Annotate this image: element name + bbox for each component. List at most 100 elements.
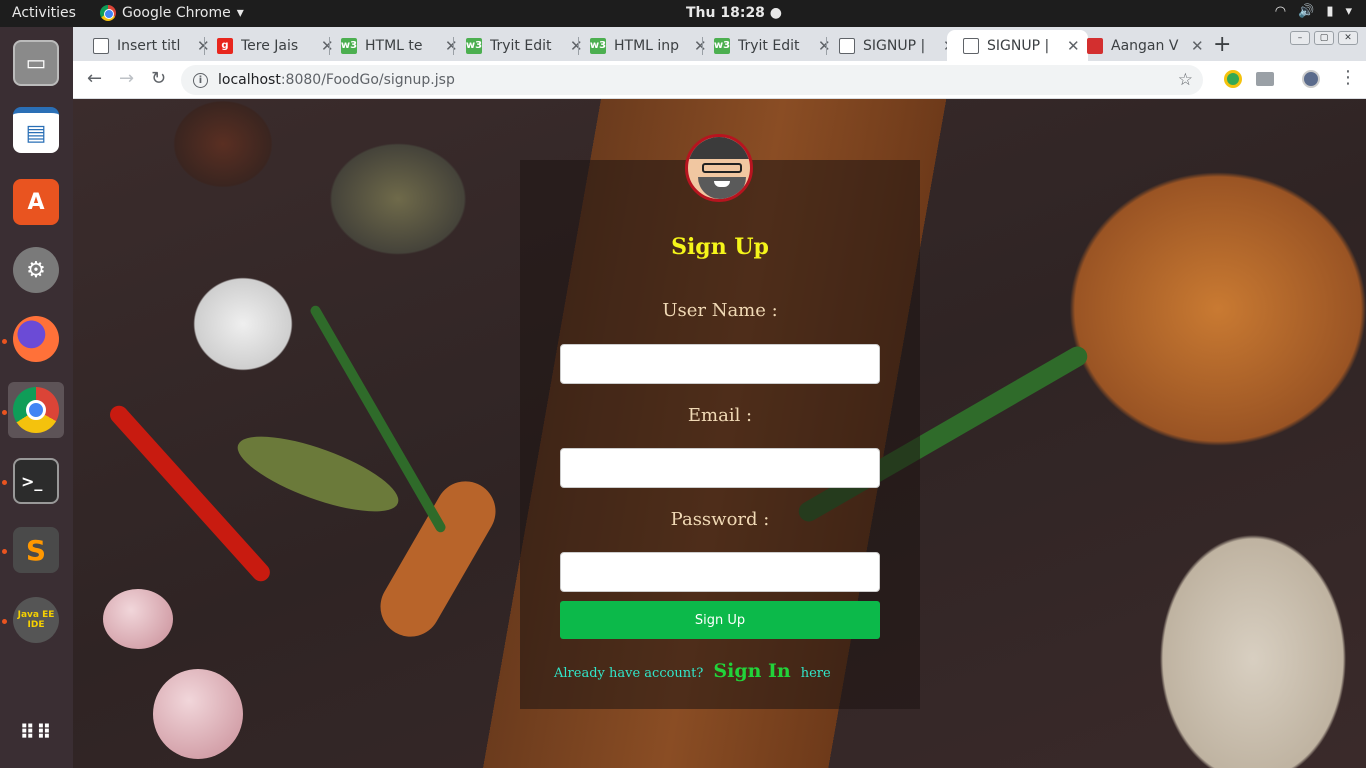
tab-tryit-editor-1[interactable]: w3 Tryit Edit ✕	[450, 30, 591, 61]
window-controls: – ▢ ✕	[1290, 31, 1358, 45]
clock[interactable]: Thu 18:28 ●	[686, 5, 782, 21]
dock-system-settings[interactable]: ⚙	[8, 242, 64, 298]
forward-button[interactable]: →	[119, 68, 134, 89]
address-bar[interactable]: i localhost:8080/FoodGo/signup.jsp ☆	[181, 65, 1203, 95]
tab-aangan[interactable]: Aangan V ✕	[1071, 30, 1212, 61]
chef-avatar-icon	[685, 134, 753, 202]
show-applications-icon: ⠿⠿	[19, 720, 53, 744]
username-label: User Name :	[662, 300, 778, 321]
dock-ubuntu-software[interactable]: A	[8, 174, 64, 230]
bay-leaf-image	[229, 421, 407, 527]
libreoffice-impress-icon: ▤	[13, 107, 59, 153]
signup-button[interactable]: Sign Up	[560, 601, 880, 639]
signin-link[interactable]: Sign In	[713, 660, 790, 682]
chevron-down-icon: ▾	[236, 5, 244, 21]
dock-terminal[interactable]: >_	[8, 453, 64, 509]
ubuntu-software-icon: A	[13, 179, 59, 225]
dock-chrome[interactable]	[8, 382, 64, 438]
chevron-down-icon: ▾	[1345, 4, 1352, 19]
page-icon	[963, 37, 979, 54]
running-indicator	[2, 549, 7, 554]
tab-title: Tryit Edit	[490, 37, 552, 54]
activities-button[interactable]: Activities	[12, 5, 76, 21]
w3schools-icon: w3	[590, 37, 606, 54]
tab-html-text[interactable]: w3 HTML te ✕	[325, 30, 466, 61]
tab-tryit-editor-2[interactable]: w3 Tryit Edit ✕	[698, 30, 839, 61]
battery-icon: ▮	[1326, 4, 1334, 19]
bookmark-star-icon[interactable]: ☆	[1178, 70, 1193, 90]
dock-libreoffice-impress[interactable]: ▤	[8, 102, 64, 158]
site-info-icon[interactable]: i	[193, 72, 208, 88]
system-tray[interactable]: ◠ 🔊 ▮ ▾	[1275, 4, 1352, 19]
dock-sublime-text[interactable]: S	[8, 522, 64, 578]
system-settings-icon: ⚙	[13, 247, 59, 293]
username-input[interactable]	[560, 344, 880, 384]
chrome-icon	[13, 387, 59, 433]
close-icon[interactable]: ✕	[1191, 37, 1204, 55]
tab-signup-1[interactable]: SIGNUP | ✕	[823, 30, 964, 61]
firefox-icon	[13, 316, 59, 362]
dock-firefox[interactable]	[8, 311, 64, 367]
tab-tere-jaisa[interactable]: g Tere Jais ✕	[201, 30, 342, 61]
url-host: localhost	[218, 72, 281, 88]
tab-signup-active[interactable]: SIGNUP | ✕	[947, 30, 1088, 61]
tab-title: HTML inp	[614, 37, 680, 54]
garlic-image	[153, 669, 243, 759]
w3schools-icon: w3	[714, 37, 730, 54]
files-icon: ▭	[13, 40, 59, 86]
garlic-image	[103, 589, 173, 649]
minimize-button[interactable]: –	[1290, 31, 1310, 45]
volume-icon: 🔊	[1298, 4, 1315, 19]
new-tab-button[interactable]: +	[1213, 32, 1231, 57]
show-applications-button[interactable]: ⠿⠿	[8, 704, 64, 760]
page-icon	[839, 37, 855, 54]
page-icon	[93, 37, 109, 54]
w3schools-icon: w3	[466, 37, 482, 54]
signup-card: Sign Up User Name : Email : Password : S…	[520, 134, 920, 709]
gaana-icon: g	[217, 37, 233, 54]
wifi-icon: ◠	[1274, 4, 1287, 19]
dock-java-ee-ide[interactable]: Java EE IDE	[8, 592, 64, 648]
dock: ▭ ▤ A ⚙ >_ S Java EE IDE ⠿⠿	[0, 27, 73, 768]
signup-page: Sign Up User Name : Email : Password : S…	[73, 99, 1366, 768]
back-button[interactable]: ←	[87, 68, 102, 89]
tab-title: Tryit Edit	[738, 37, 800, 54]
tab-title: Aangan V	[1111, 37, 1179, 54]
running-indicator	[2, 619, 7, 624]
profile-avatar[interactable]	[1302, 70, 1320, 88]
app-menu[interactable]: Google Chrome ▾	[100, 5, 244, 21]
running-indicator	[2, 410, 7, 415]
extension-icon[interactable]	[1256, 72, 1274, 86]
tab-insert-title[interactable]: Insert titl ✕	[77, 30, 218, 61]
app-menu-label: Google Chrome	[122, 5, 231, 21]
tab-title: Tere Jais	[241, 37, 299, 54]
running-indicator	[2, 480, 7, 485]
java-ee-ide-icon: Java EE IDE	[13, 597, 59, 643]
tab-html-input[interactable]: w3 HTML inp ✕	[574, 30, 715, 61]
dock-files[interactable]: ▭	[8, 35, 64, 91]
aangan-icon	[1087, 37, 1103, 54]
email-input[interactable]	[560, 448, 880, 488]
close-window-button[interactable]: ✕	[1338, 31, 1358, 45]
chrome-icon	[100, 5, 116, 21]
browser-tab-strip: Insert titl ✕ g Tere Jais ✕ w3 HTML te ✕…	[73, 27, 1366, 61]
email-label: Email :	[687, 405, 753, 426]
running-indicator	[2, 339, 7, 344]
tab-title: HTML te	[365, 37, 423, 54]
sublime-text-icon: S	[13, 527, 59, 573]
reload-button[interactable]: ↻	[151, 68, 166, 89]
w3schools-icon: w3	[341, 37, 357, 54]
tab-title: SIGNUP |	[863, 37, 926, 54]
signin-prompt: Already have account? Sign In here	[554, 660, 831, 682]
menu-kebab-icon[interactable]: ⋮	[1339, 67, 1357, 88]
maximize-button[interactable]: ▢	[1314, 31, 1334, 45]
signin-prompt-suffix: here	[800, 666, 831, 681]
terminal-icon: >_	[13, 458, 59, 504]
password-input[interactable]	[560, 552, 880, 592]
system-top-bar: Activities Google Chrome ▾ Thu 18:28 ● ◠…	[0, 0, 1366, 27]
tab-title: SIGNUP |	[987, 37, 1050, 54]
chili-pepper-image	[106, 401, 274, 585]
signin-prompt-prefix: Already have account?	[554, 666, 704, 681]
signup-title: Sign Up	[671, 234, 769, 260]
extension-icon[interactable]	[1224, 70, 1242, 88]
